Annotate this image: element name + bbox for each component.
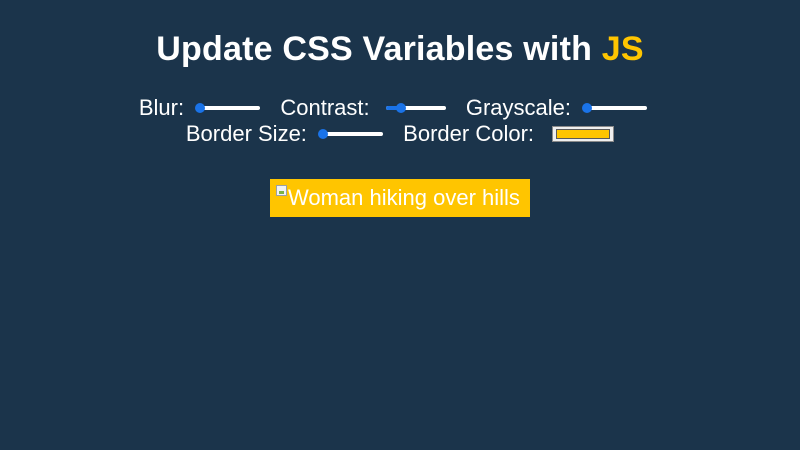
blur-slider-track <box>200 106 261 111</box>
broken-image-icon <box>276 185 287 196</box>
border-size-label: Border Size: <box>185 121 307 147</box>
title-highlight: JS <box>601 30 644 68</box>
image: Woman hiking over hills <box>276 184 524 212</box>
border-size-slider[interactable] <box>318 128 384 140</box>
controls-panel: Blur: Contrast: Grayscale: Border Size: <box>0 94 800 146</box>
image-frame: Woman hiking over hills <box>270 179 530 217</box>
title-text: Update CSS Variables with <box>156 30 602 68</box>
blur-slider[interactable] <box>195 102 261 114</box>
blur-label: Blur: <box>138 95 185 121</box>
border-color-swatch <box>556 129 611 140</box>
page-title: Update CSS Variables with JS <box>0 30 800 68</box>
controls-row-2: Border Size: Border Color: <box>0 120 800 146</box>
border-color-picker[interactable] <box>552 126 615 143</box>
image-alt-text: Woman hiking over hills <box>288 185 520 210</box>
grayscale-label: Grayscale: <box>465 95 572 121</box>
blur-slider-thumb[interactable] <box>195 103 206 114</box>
grayscale-slider-thumb[interactable] <box>582 103 593 114</box>
border-size-slider-track <box>323 132 384 137</box>
grayscale-slider-track <box>587 106 648 111</box>
border-color-label: Border Color: <box>403 121 535 147</box>
grayscale-slider[interactable] <box>582 102 648 114</box>
border-size-slider-thumb[interactable] <box>318 129 329 140</box>
controls-row-1: Blur: Contrast: Grayscale: <box>0 94 800 120</box>
page: Update CSS Variables with JS Blur: Contr… <box>0 0 800 450</box>
contrast-slider-thumb[interactable] <box>395 103 406 114</box>
contrast-label: Contrast: <box>280 95 370 121</box>
contrast-slider[interactable] <box>385 102 446 114</box>
